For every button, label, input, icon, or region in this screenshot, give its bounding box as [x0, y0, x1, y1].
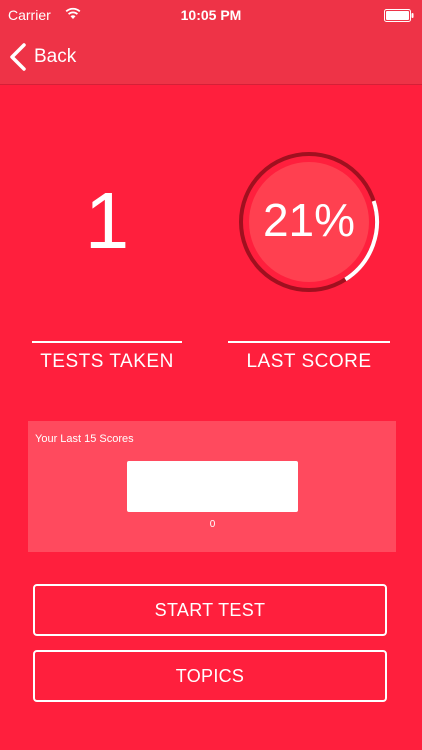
- start-test-button[interactable]: START TEST: [33, 584, 387, 636]
- last-score-label: LAST SCORE: [246, 351, 372, 372]
- chart-title: Your Last 15 Scores: [35, 433, 134, 445]
- back-label: Back: [34, 46, 77, 67]
- back-button[interactable]: Back: [8, 40, 76, 74]
- status-bar: Carrier 10:05 PM: [0, 0, 422, 30]
- divider-last-score: [228, 341, 390, 343]
- tests-taken-value: 1: [84, 176, 130, 265]
- topics-button[interactable]: TOPICS: [33, 650, 387, 702]
- divider-tests-taken: [32, 341, 182, 343]
- clock-time: 10:05 PM: [180, 7, 242, 23]
- last-scores-chart: Your Last 15 Scores 0: [28, 421, 396, 552]
- chevron-left-icon: [10, 43, 26, 71]
- nav-bar: Back: [0, 30, 422, 85]
- chart-bar: [127, 461, 298, 512]
- chart-tick-label: 0: [209, 519, 216, 530]
- last-score-value: 21%: [262, 194, 356, 246]
- tests-taken-label: TESTS TAKEN: [40, 351, 174, 372]
- battery-icon: [384, 9, 414, 22]
